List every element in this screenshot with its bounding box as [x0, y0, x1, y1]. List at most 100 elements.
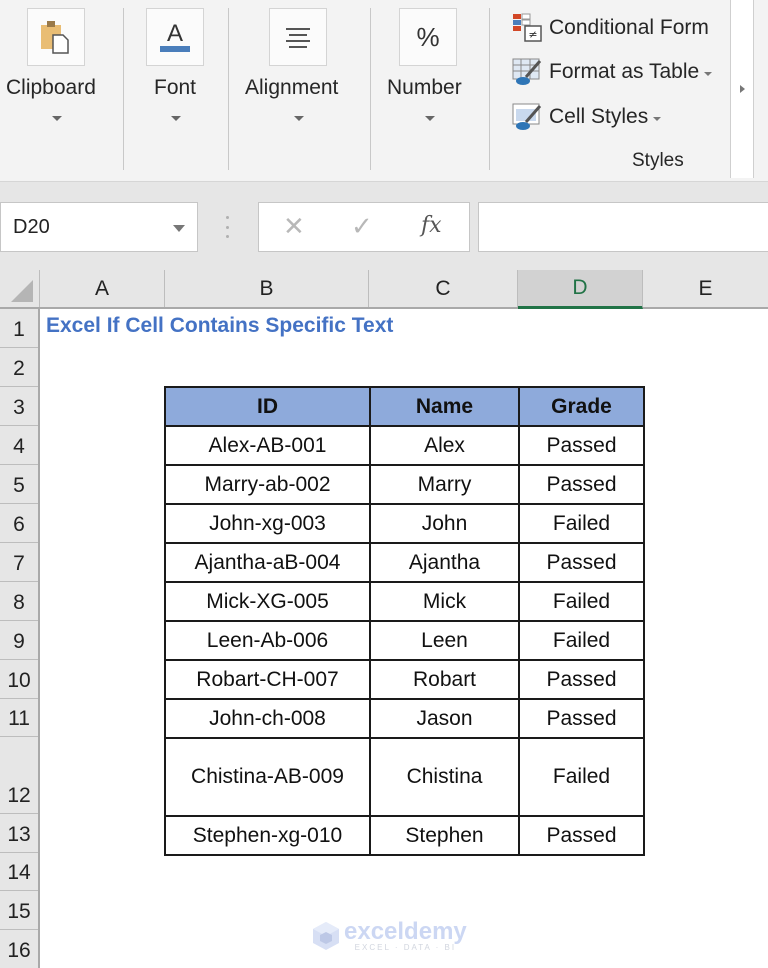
table-row: Ajantha-aB-004 Ajantha Passed	[164, 542, 645, 583]
cell-grade[interactable]: Passed	[518, 542, 645, 583]
conditional-formatting-label: Conditional Form	[549, 16, 709, 39]
row-header[interactable]: 13	[0, 814, 38, 853]
table-row: Leen-Ab-006 Leen Failed	[164, 620, 645, 661]
row-header[interactable]: 1	[0, 309, 38, 348]
select-all-triangle-icon	[11, 280, 33, 302]
cell-grade[interactable]: Failed	[518, 620, 645, 661]
number-button[interactable]: %	[399, 8, 457, 66]
cell-grade[interactable]: Passed	[518, 698, 645, 739]
exceldemy-logo-icon	[312, 921, 340, 951]
cell-grade[interactable]: Failed	[518, 737, 645, 817]
font-color-icon: A	[160, 20, 190, 52]
cell-name[interactable]: Leen	[369, 620, 520, 661]
ribbon-group-alignment[interactable]: Alignment	[229, 0, 369, 170]
cell-grade[interactable]: Passed	[518, 464, 645, 505]
column-header-c[interactable]: C	[369, 270, 518, 307]
cell-grade[interactable]: Failed	[518, 503, 645, 544]
header-name[interactable]: Name	[369, 386, 520, 427]
watermark-tagline: EXCEL · DATA · BI	[354, 943, 457, 952]
row-header[interactable]: 16	[0, 930, 38, 968]
header-grade[interactable]: Grade	[518, 386, 645, 427]
enter-check-icon[interactable]: ✓	[351, 211, 373, 242]
column-header-e[interactable]: E	[643, 270, 768, 307]
cell-name[interactable]: Mick	[369, 581, 520, 622]
cell-name[interactable]: John	[369, 503, 520, 544]
column-header-b[interactable]: B	[165, 270, 369, 307]
row-header[interactable]: 4	[0, 426, 38, 465]
styles-group-label: Styles	[632, 150, 684, 171]
cell-name[interactable]: Ajantha	[369, 542, 520, 583]
chevron-down-icon	[653, 116, 662, 121]
ribbon: Clipboard A Font Alignment % Number ≠ Co…	[0, 0, 768, 182]
cell-id[interactable]: Alex-AB-001	[164, 425, 371, 466]
name-box[interactable]: D20	[0, 202, 198, 252]
column-header-d[interactable]: D	[518, 270, 643, 309]
format-as-table-button[interactable]: Format as Table	[512, 56, 713, 88]
row-header[interactable]: 12	[0, 737, 38, 814]
chevron-down-icon[interactable]	[173, 225, 185, 232]
align-center-icon	[286, 28, 310, 48]
chevron-down-icon[interactable]	[52, 116, 62, 121]
insert-function-icon[interactable]: fx	[421, 213, 442, 238]
cell-name[interactable]: Stephen	[369, 815, 520, 856]
cell-name[interactable]: Marry	[369, 464, 520, 505]
table-row: John-ch-008 Jason Passed	[164, 698, 645, 739]
table-row: John-xg-003 John Failed	[164, 503, 645, 544]
cell-id[interactable]: Stephen-xg-010	[164, 815, 371, 856]
header-id[interactable]: ID	[164, 386, 371, 427]
ribbon-group-font[interactable]: A Font	[124, 0, 228, 170]
row-header[interactable]: 5	[0, 465, 38, 504]
chevron-down-icon[interactable]	[294, 116, 304, 121]
row-header[interactable]: 14	[0, 853, 38, 891]
chevron-right-icon	[740, 85, 745, 93]
row-header[interactable]: 11	[0, 699, 38, 737]
cell-id[interactable]: Chistina-AB-009	[164, 737, 371, 817]
alignment-button[interactable]	[269, 8, 327, 66]
column-header-a[interactable]: A	[40, 270, 165, 307]
select-all-button[interactable]	[0, 270, 40, 307]
formula-buttons: ✕ ✓ fx	[258, 202, 470, 252]
cell-name[interactable]: Jason	[369, 698, 520, 739]
cell-id[interactable]: Robart-CH-007	[164, 659, 371, 700]
row-header[interactable]: 3	[0, 387, 38, 426]
chevron-down-icon[interactable]	[171, 116, 181, 121]
cell-grade[interactable]: Failed	[518, 581, 645, 622]
row-header[interactable]: 15	[0, 891, 38, 930]
cell-grade[interactable]: Passed	[518, 815, 645, 856]
table-row: Marry-ab-002 Marry Passed	[164, 464, 645, 505]
row-header[interactable]: 7	[0, 543, 38, 582]
cell-grade[interactable]: Passed	[518, 425, 645, 466]
conditional-formatting-icon: ≠	[512, 13, 544, 43]
ribbon-group-clipboard[interactable]: Clipboard	[0, 0, 122, 170]
sheet-title-cell[interactable]: Excel If Cell Contains Specific Text	[46, 314, 393, 338]
row-header[interactable]: 10	[0, 660, 38, 699]
ribbon-group-number[interactable]: % Number	[371, 0, 489, 170]
cell-id[interactable]: John-ch-008	[164, 698, 371, 739]
chevron-down-icon[interactable]	[425, 116, 435, 121]
cell-id[interactable]: Mick-XG-005	[164, 581, 371, 622]
svg-text:A: A	[167, 20, 183, 47]
row-header[interactable]: 8	[0, 582, 38, 621]
cell-styles-button[interactable]: Cell Styles	[512, 101, 662, 133]
cell-id[interactable]: Ajantha-aB-004	[164, 542, 371, 583]
cell-name[interactable]: Chistina	[369, 737, 520, 817]
row-header[interactable]: 2	[0, 348, 38, 387]
cancel-icon[interactable]: ✕	[283, 211, 305, 242]
ribbon-scroll-right-button[interactable]	[730, 0, 754, 178]
alignment-label: Alignment	[245, 76, 339, 99]
cell-id[interactable]: John-xg-003	[164, 503, 371, 544]
watermark-brand: exceldemy	[344, 918, 467, 945]
formula-bar-resize-handle[interactable]	[226, 216, 230, 238]
row-header[interactable]: 6	[0, 504, 38, 543]
formula-input[interactable]	[478, 202, 768, 252]
row-header[interactable]: 9	[0, 621, 38, 660]
cell-name[interactable]: Robart	[369, 659, 520, 700]
table-row: Stephen-xg-010 Stephen Passed	[164, 815, 645, 856]
conditional-formatting-button[interactable]: ≠ Conditional Form	[512, 12, 709, 44]
cell-id[interactable]: Marry-ab-002	[164, 464, 371, 505]
clipboard-button[interactable]	[27, 8, 85, 66]
cell-grade[interactable]: Passed	[518, 659, 645, 700]
cell-id[interactable]: Leen-Ab-006	[164, 620, 371, 661]
cell-name[interactable]: Alex	[369, 425, 520, 466]
font-button[interactable]: A	[146, 8, 204, 66]
